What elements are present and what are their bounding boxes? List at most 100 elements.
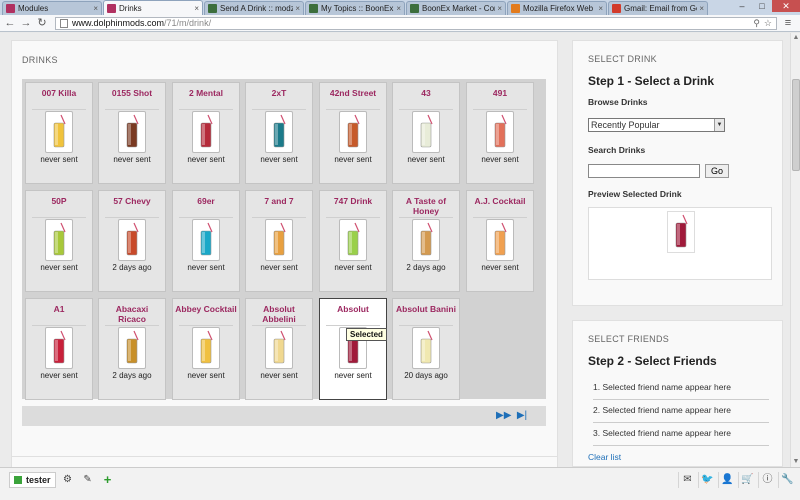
maximize-icon[interactable]: □ — [752, 0, 772, 12]
browser-tab[interactable]: Gmail: Email from Goog× — [608, 1, 708, 15]
drink-card[interactable]: Absolut never sent — [319, 298, 387, 400]
step1-title: Step 1 - Select a Drink — [588, 74, 715, 88]
card-divider — [32, 109, 86, 110]
clear-list-link[interactable]: Clear list — [588, 452, 782, 462]
friend-list: 1. Selected friend name appear here 2. S… — [593, 377, 782, 446]
menu-icon[interactable]: ≡ — [781, 16, 795, 30]
favicon-icon — [107, 3, 116, 13]
drink-name: Abbey Cocktail — [175, 304, 237, 314]
gear-icon[interactable]: ⚙ — [60, 472, 76, 488]
info-icon[interactable]: ⓘ — [758, 472, 776, 488]
drinks-panel: DRINKS 007 Killa never sent 0155 Shot never… — [11, 40, 558, 458]
address-bar[interactable]: www.dolphinmods.com/71/m/drink/ ⚲ ☆ — [55, 16, 777, 30]
card-divider — [326, 109, 380, 110]
card-divider — [399, 217, 453, 218]
search-input[interactable] — [588, 164, 700, 178]
forward-icon[interactable]: → — [19, 16, 33, 30]
cart-icon[interactable]: 🛒 — [738, 472, 756, 488]
last-page-icon[interactable]: ▶| — [516, 410, 528, 422]
next-page-icon[interactable]: ▶▶ — [496, 410, 511, 422]
card-divider — [399, 325, 453, 326]
drink-card[interactable]: 42nd Street never sent — [319, 82, 387, 184]
edit-icon[interactable]: ✎ — [80, 472, 96, 488]
tab-close-icon[interactable]: × — [497, 4, 502, 13]
tab-close-icon[interactable]: × — [699, 4, 704, 13]
drink-card[interactable]: Absolut Banini 20 days ago — [392, 298, 460, 400]
drink-card[interactable]: A Taste of Honey 2 days ago — [392, 190, 460, 292]
back-icon[interactable]: ← — [3, 16, 17, 30]
select-friends-title: SELECT FRIENDS — [588, 334, 670, 344]
user-menu[interactable]: tester — [9, 472, 56, 488]
drink-status: never sent — [481, 263, 519, 272]
mail-icon[interactable]: ✉ — [678, 472, 696, 488]
reload-icon[interactable]: ↻ — [35, 16, 49, 30]
browser-tab[interactable]: BoonEx Market - Comm× — [406, 1, 506, 15]
friend-slot: 3. Selected friend name appear here — [593, 423, 769, 446]
browser-tab[interactable]: My Topics :: BoonEx Uni× — [305, 1, 405, 15]
browser-tab[interactable]: Mozilla Firefox Web Bro× — [507, 1, 607, 15]
drink-name: 43 — [421, 88, 431, 98]
drink-status: never sent — [40, 371, 78, 380]
page-content: DRINKS 007 Killa never sent 0155 Shot never… — [0, 33, 790, 467]
drink-card[interactable]: Abacaxi Ricaco 2 days ago — [98, 298, 166, 400]
plus-icon[interactable]: + — [100, 472, 116, 488]
chevron-down-icon[interactable]: ▼ — [714, 119, 724, 131]
drink-card[interactable]: Abbey Cocktail never sent — [172, 298, 240, 400]
tab-close-icon[interactable]: × — [93, 4, 98, 13]
drink-name: A Taste of Honey — [405, 196, 447, 216]
card-divider — [179, 325, 233, 326]
bottom-toolbar: tester ⚙ ✎ + ✉ 🐦 👤 🛒 ⓘ 🔧 — [0, 467, 800, 500]
drink-glass-icon — [118, 327, 146, 369]
drink-glass-icon — [412, 327, 440, 369]
bookmark-star-icon[interactable]: ☆ — [764, 18, 772, 29]
drink-card[interactable]: 491 never sent — [466, 82, 534, 184]
zoom-icon[interactable]: ⚲ — [753, 18, 760, 29]
drink-card[interactable]: 0155 Shot never sent — [98, 82, 166, 184]
tab-close-icon[interactable]: × — [598, 4, 603, 13]
browser-tab[interactable]: Send A Drink :: modzzz× — [204, 1, 304, 15]
drink-glass-icon — [265, 111, 293, 153]
selected-tooltip: Selected — [346, 328, 387, 341]
browse-select-value: Recently Popular — [591, 120, 660, 130]
scroll-down-icon[interactable]: ▼ — [791, 457, 800, 467]
tab-title: Drinks — [119, 3, 142, 13]
scroll-up-icon[interactable]: ▲ — [791, 33, 800, 43]
drink-card[interactable]: 43 never sent — [392, 82, 460, 184]
minimize-icon[interactable]: – — [732, 0, 752, 12]
drink-name: 42nd Street — [329, 88, 377, 98]
close-window-icon[interactable]: ✕ — [772, 0, 800, 12]
card-divider — [32, 325, 86, 326]
drink-card[interactable]: 57 Chevy 2 days ago — [98, 190, 166, 292]
drink-name: 7 and 7 — [264, 196, 294, 206]
tab-title: Send A Drink :: modzzz — [220, 4, 293, 13]
scroll-thumb[interactable] — [792, 79, 800, 171]
drink-name: A.J. Cocktail — [474, 196, 526, 206]
drink-card[interactable]: 007 Killa never sent — [25, 82, 93, 184]
tab-close-icon[interactable]: × — [295, 4, 300, 13]
wrench-icon[interactable]: 🔧 — [778, 472, 796, 488]
go-button[interactable]: Go — [705, 164, 730, 178]
browser-tab[interactable]: Modules × — [2, 1, 102, 15]
drink-card[interactable]: 69er never sent — [172, 190, 240, 292]
browse-select[interactable]: Recently Popular ▼ — [588, 118, 725, 132]
page-scrollbar[interactable]: ▲ ▼ — [790, 33, 800, 467]
drink-card[interactable]: A.J. Cocktail never sent — [466, 190, 534, 292]
select-friends-panel: SELECT FRIENDS Step 2 - Select Friends 1… — [572, 320, 783, 467]
browser-tab[interactable]: Drinks × — [103, 0, 203, 15]
drink-card[interactable]: 7 and 7 never sent — [245, 190, 313, 292]
drink-glass-icon — [192, 219, 220, 261]
card-divider — [473, 217, 527, 218]
twitter-icon[interactable]: 🐦 — [698, 472, 716, 488]
drink-card[interactable]: 2 Mental never sent — [172, 82, 240, 184]
drink-card[interactable]: A1 never sent — [25, 298, 93, 400]
drink-card[interactable]: Absolut Abbelini never sent — [245, 298, 313, 400]
drink-status: 20 days ago — [404, 371, 448, 380]
user-icon[interactable]: 👤 — [718, 472, 736, 488]
drink-glass-icon — [192, 111, 220, 153]
drink-status: 2 days ago — [112, 263, 152, 272]
tab-close-icon[interactable]: × — [396, 4, 401, 13]
drink-card[interactable]: 2xT never sent — [245, 82, 313, 184]
drink-card[interactable]: 50P never sent — [25, 190, 93, 292]
drink-card[interactable]: 747 Drink never sent — [319, 190, 387, 292]
tab-close-icon[interactable]: × — [194, 4, 199, 13]
